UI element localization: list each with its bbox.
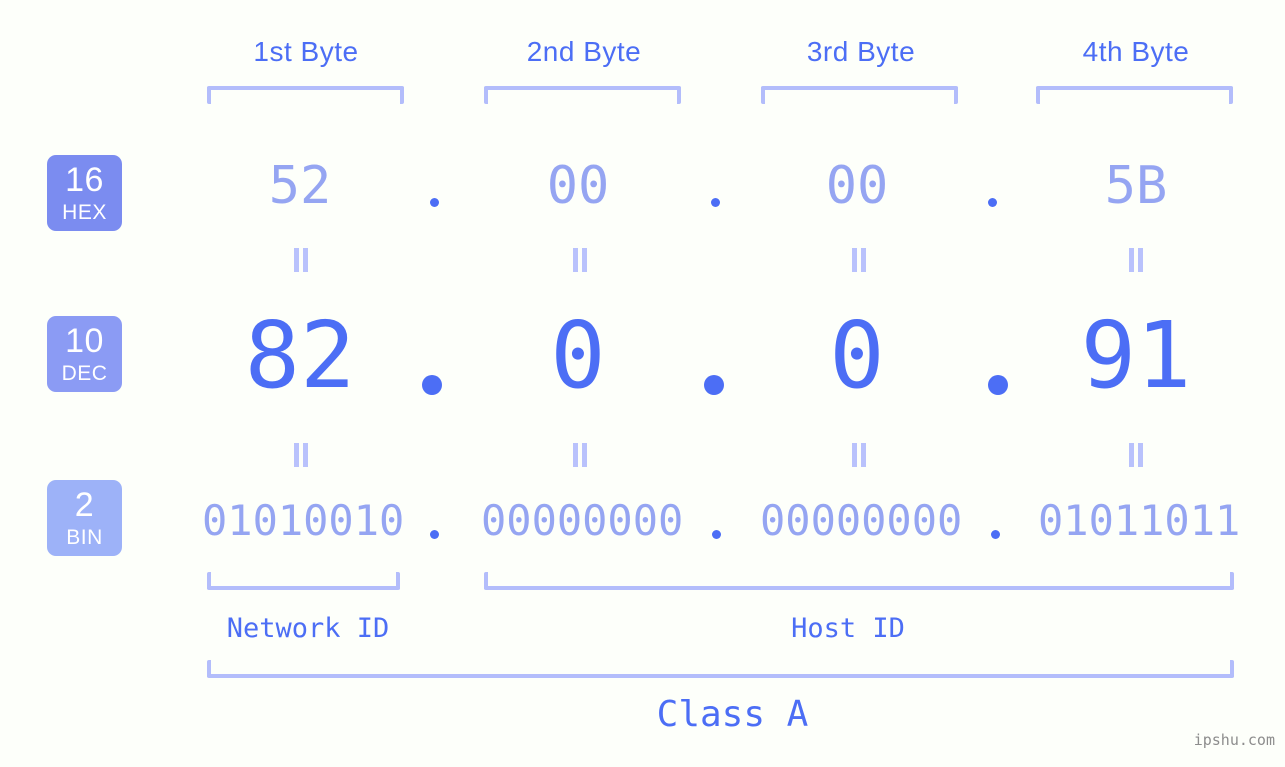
radix-badge-dec-name: DEC	[61, 362, 108, 385]
dec-separator-dot-3	[988, 375, 1008, 395]
equals-icon-dec-bin-4	[1127, 443, 1145, 467]
hex-byte-4: 5B	[1104, 156, 1168, 216]
bin-byte-2: 00000000	[481, 496, 684, 545]
radix-badge-hex-name: HEX	[62, 201, 107, 224]
hex-byte-3: 00	[825, 156, 889, 216]
hex-byte-2: 00	[546, 156, 610, 216]
equals-icon-dec-bin-2	[571, 443, 589, 467]
dec-byte-3: 0	[829, 302, 885, 409]
bin-byte-1: 01010010	[202, 496, 405, 545]
radix-badge-hex: 16 HEX	[47, 155, 122, 231]
equals-icon-hex-dec-4	[1127, 248, 1145, 272]
dec-separator-dot-2	[704, 375, 724, 395]
equals-icon-hex-dec-1	[292, 248, 310, 272]
dec-byte-4: 91	[1080, 302, 1192, 409]
dec-byte-1: 82	[244, 302, 356, 409]
bin-separator-dot-2	[712, 530, 721, 539]
byte-header-4: 4th Byte	[1082, 36, 1190, 67]
hex-byte-1: 52	[268, 156, 332, 216]
host-id-label: Host ID	[791, 613, 905, 644]
byte-bracket-1	[207, 86, 404, 104]
byte-header-1: 1st Byte	[253, 36, 359, 67]
equals-icon-hex-dec-2	[571, 248, 589, 272]
bin-separator-dot-1	[430, 530, 439, 539]
host-id-bracket	[484, 572, 1234, 590]
site-watermark: ipshu.com	[1193, 731, 1275, 749]
byte-bracket-2	[484, 86, 681, 104]
radix-badge-bin: 2 BIN	[47, 480, 122, 556]
bin-byte-4: 01011011	[1038, 496, 1241, 545]
network-id-bracket	[207, 572, 400, 590]
radix-badge-bin-number: 2	[74, 486, 95, 524]
byte-bracket-4	[1036, 86, 1233, 104]
hex-separator-dot-2	[711, 198, 720, 207]
class-label: Class A	[656, 694, 809, 735]
equals-icon-dec-bin-3	[850, 443, 868, 467]
dec-byte-2: 0	[550, 302, 606, 409]
byte-header-2: 2nd Byte	[526, 36, 642, 67]
radix-badge-bin-name: BIN	[66, 526, 103, 549]
bin-byte-3: 00000000	[760, 496, 963, 545]
equals-icon-hex-dec-3	[850, 248, 868, 272]
hex-separator-dot-3	[988, 198, 997, 207]
radix-badge-dec: 10 DEC	[47, 316, 122, 392]
hex-separator-dot-1	[430, 198, 439, 207]
class-bracket	[207, 660, 1234, 678]
equals-icon-dec-bin-1	[292, 443, 310, 467]
network-id-label: Network ID	[226, 613, 390, 644]
byte-bracket-3	[761, 86, 958, 104]
byte-header-3: 3rd Byte	[806, 36, 916, 67]
ip-byte-breakdown-diagram: 1st Byte 2nd Byte 3rd Byte 4th Byte 16 H…	[0, 0, 1285, 767]
bin-separator-dot-3	[991, 530, 1000, 539]
radix-badge-dec-number: 10	[65, 322, 104, 360]
radix-badge-hex-number: 16	[65, 161, 104, 199]
dec-separator-dot-1	[422, 375, 442, 395]
